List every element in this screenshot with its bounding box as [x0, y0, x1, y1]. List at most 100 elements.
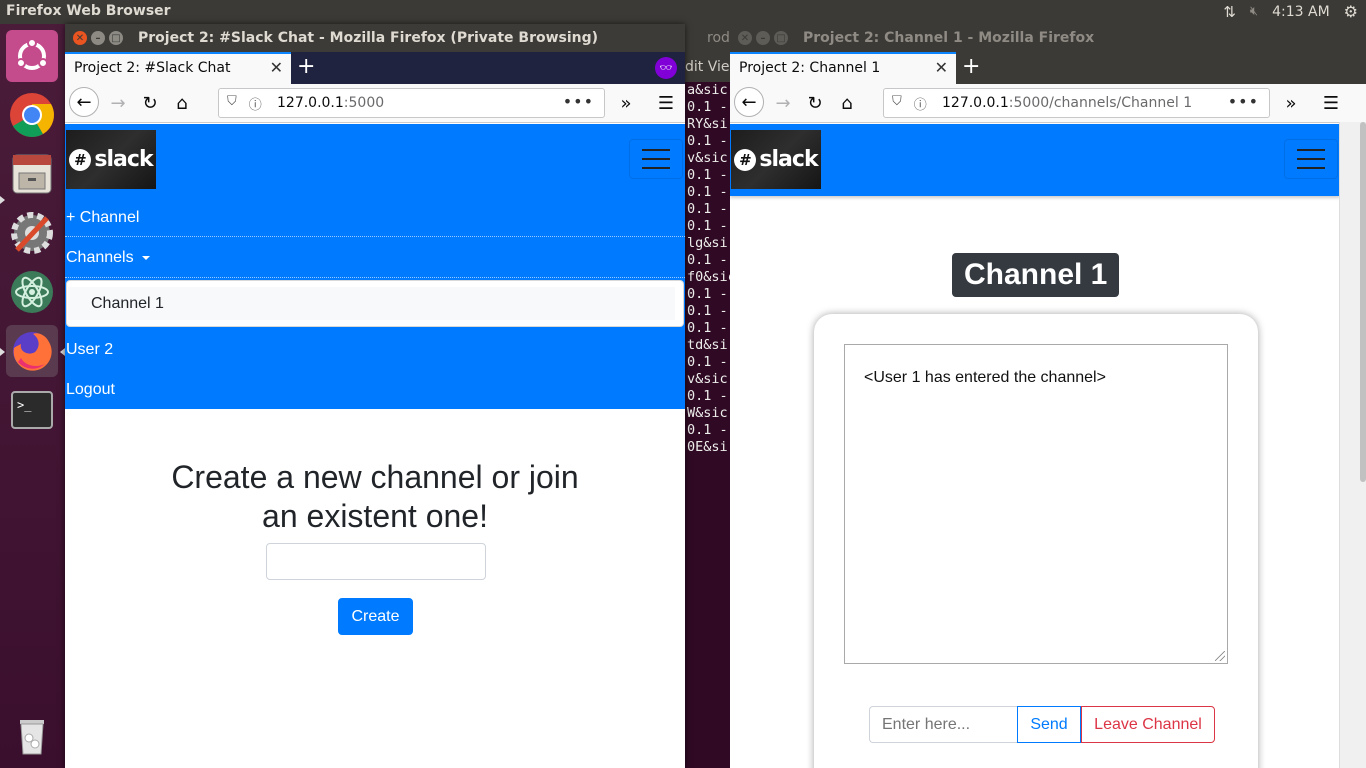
page-actions-icon[interactable]: ••• [563, 92, 594, 111]
hamburger-menu-icon[interactable]: ☰ [1317, 89, 1345, 117]
tracking-shield-icon[interactable]: ⛉ [892, 94, 902, 113]
browser-toolbar: ← → ↻ ⌂ ⛉ ⓘ 127.0.0.1:5000/channels/Chann… [730, 84, 1366, 123]
tab-slack-chat[interactable]: Project 2: #Slack Chat ✕ [65, 52, 291, 84]
channel-title-badge: Channel 1 [952, 253, 1120, 297]
active-app-title: Firefox Web Browser [6, 3, 171, 19]
window-close-button[interactable]: ✕ [738, 31, 752, 45]
ubuntu-dash-icon[interactable] [6, 30, 58, 82]
forward-button[interactable]: → [769, 89, 797, 117]
reload-button[interactable]: ↻ [801, 89, 829, 117]
resize-grip-icon[interactable] [1215, 651, 1225, 661]
tab-channel-1[interactable]: Project 2: Channel 1 ✕ [730, 52, 956, 84]
terminal-line: 0E&si [687, 439, 728, 455]
message-input-group: Send Leave Channel [869, 706, 1215, 743]
overflow-chevron-icon[interactable]: » [1277, 89, 1305, 117]
navbar-toggler-button[interactable] [629, 139, 683, 179]
leave-channel-button[interactable]: Leave Channel [1081, 706, 1215, 743]
chrome-icon[interactable] [6, 89, 58, 141]
terminal-line: a&sic [687, 82, 728, 98]
url-bar[interactable]: ⛉ ⓘ 127.0.0.1:5000/channels/Channel 1 ••• [883, 88, 1270, 118]
terminal-icon[interactable]: >_ [6, 384, 58, 436]
dropdown-item-channel-1[interactable]: Channel 1 [68, 287, 675, 320]
brand-text: slack [94, 147, 153, 172]
new-tab-button[interactable]: + [962, 54, 980, 79]
page-content: # slack Channel 1 <User 1 has entered th… [730, 124, 1340, 768]
firefox-window-private: ✕ – □ Project 2: #Slack Chat - Mozilla F… [65, 24, 685, 768]
tab-close-icon[interactable]: ✕ [935, 58, 948, 77]
window-titlebar[interactable]: ✕ – □ Project 2: #Slack Chat - Mozilla F… [65, 24, 685, 52]
terminal-titlebar: rod [685, 24, 735, 52]
page-scrollbar[interactable] [1339, 122, 1366, 768]
window-title: Project 2: Channel 1 - Mozilla Firefox [803, 30, 1095, 46]
reload-button[interactable]: ↻ [136, 89, 164, 117]
system-settings-icon[interactable] [6, 207, 58, 259]
network-icon[interactable]: ⇅ [1223, 3, 1236, 21]
window-minimize-button[interactable]: – [756, 31, 770, 45]
launcher: >_ [0, 24, 66, 768]
firefox-icon[interactable] [6, 325, 58, 377]
brand-text: slack [759, 147, 818, 172]
site-navbar: # slack [730, 124, 1340, 196]
terminal-line: 0.1 - [687, 422, 728, 438]
terminal-title-fragment: rod [707, 30, 730, 46]
back-button[interactable]: ← [69, 87, 99, 117]
add-channel-link[interactable]: + Channel [66, 209, 139, 227]
terminal-line: 0.1 - [687, 167, 728, 183]
slack-logo[interactable]: # slack [731, 130, 821, 189]
terminal-line: v&sic [687, 371, 728, 387]
window-titlebar[interactable]: ✕ – □ Project 2: Channel 1 - Mozilla Fir… [730, 24, 1366, 52]
top-panel: Firefox Web Browser ⇅ 🔇︎ 4:13 AM ⚙ [0, 0, 1366, 24]
slack-hash-icon: # [69, 148, 92, 171]
volume-muted-icon[interactable]: 🔇︎ [1250, 4, 1258, 19]
create-channel-heading: Create a new channel or join an existent… [65, 458, 685, 536]
terminal-line: 0.1 - [687, 252, 728, 268]
url-path: :5000/channels/Channel 1 [1008, 95, 1193, 111]
chat-card: <User 1 has entered the channel> Send Le… [814, 314, 1258, 768]
tracking-shield-icon[interactable]: ⛉ [227, 94, 237, 113]
tab-strip: Project 2: Channel 1 ✕ + [730, 52, 1366, 84]
atom-icon[interactable] [6, 266, 58, 318]
hamburger-menu-icon[interactable]: ☰ [652, 89, 680, 117]
url-host: 127.0.0.1 [942, 95, 1009, 111]
files-icon[interactable] [6, 148, 58, 200]
channel-name-input[interactable] [266, 543, 486, 580]
slack-hash-icon: # [734, 148, 757, 171]
chat-message: <User 1 has entered the channel> [864, 369, 1106, 386]
window-minimize-button[interactable]: – [91, 31, 105, 45]
terminal-line: td&si [687, 337, 728, 353]
message-input[interactable] [869, 706, 1017, 743]
scrollbar-thumb[interactable] [1360, 122, 1366, 482]
chat-messages-area[interactable]: <User 1 has entered the channel> [844, 344, 1228, 664]
window-close-button[interactable]: ✕ [73, 31, 87, 45]
navbar-toggler-button[interactable] [1284, 139, 1338, 179]
channels-dropdown-toggle[interactable]: Channels [66, 249, 150, 267]
site-info-icon[interactable]: ⓘ [249, 94, 262, 113]
terminal-line: RY&si [687, 116, 728, 132]
back-button[interactable]: ← [734, 87, 764, 117]
site-info-icon[interactable]: ⓘ [914, 94, 927, 113]
terminal-line: 0.1 - [687, 303, 728, 319]
url-bar[interactable]: ⛉ ⓘ 127.0.0.1:5000 ••• [218, 88, 605, 118]
user-link[interactable]: User 2 [66, 341, 113, 359]
send-button[interactable]: Send [1017, 706, 1081, 743]
window-title: Project 2: #Slack Chat - Mozilla Firefox… [138, 30, 599, 46]
overflow-chevron-icon[interactable]: » [612, 89, 640, 117]
window-maximize-button[interactable]: □ [774, 31, 788, 45]
system-tray: ⇅ 🔇︎ 4:13 AM ⚙ [1223, 2, 1358, 21]
create-button[interactable]: Create [338, 598, 413, 635]
tab-close-icon[interactable]: ✕ [270, 58, 283, 77]
terminal-menu-fragment: dit Vie [685, 59, 730, 75]
home-button[interactable]: ⌂ [168, 89, 196, 117]
logout-link[interactable]: Logout [66, 381, 115, 399]
private-browsing-mask-icon: 👓︎ [655, 57, 677, 79]
new-tab-button[interactable]: + [297, 54, 315, 79]
page-actions-icon[interactable]: ••• [1228, 92, 1259, 111]
settings-gear-icon[interactable]: ⚙ [1344, 2, 1358, 21]
window-maximize-button[interactable]: □ [109, 31, 123, 45]
slack-logo[interactable]: # slack [66, 130, 156, 189]
clock[interactable]: 4:13 AM [1272, 4, 1330, 20]
browser-toolbar: ← → ↻ ⌂ ⛉ ⓘ 127.0.0.1:5000 ••• » ☰ [65, 84, 685, 123]
home-button[interactable]: ⌂ [833, 89, 861, 117]
trash-icon[interactable] [6, 709, 58, 761]
forward-button[interactable]: → [104, 89, 132, 117]
